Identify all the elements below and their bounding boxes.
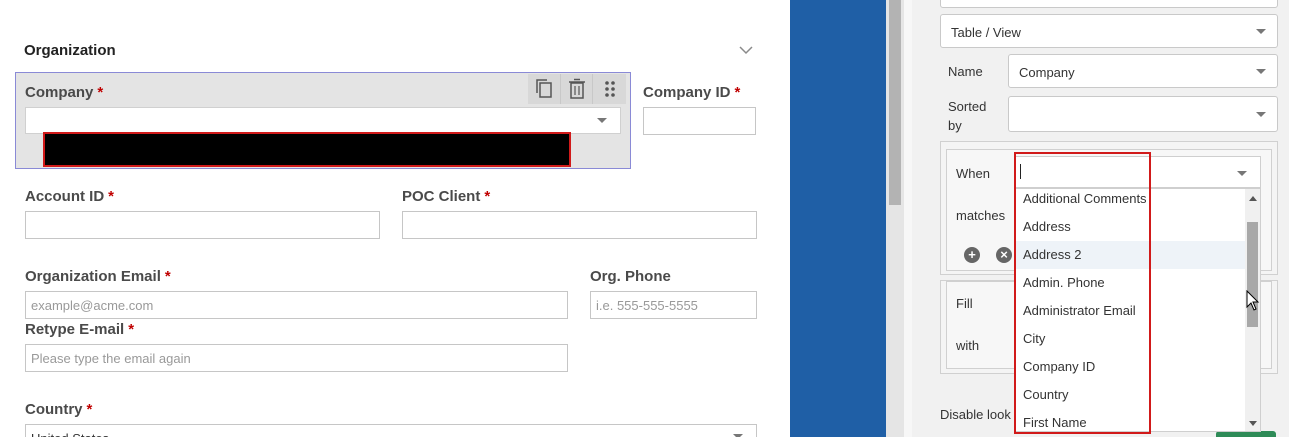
poc-client-label-text: POC Client bbox=[402, 188, 481, 205]
sorted-by-select[interactable] bbox=[1008, 96, 1278, 132]
mouse-cursor-icon bbox=[1246, 290, 1260, 311]
name-value: Company bbox=[1019, 65, 1075, 80]
dropdown-option[interactable]: Company ID bbox=[1016, 353, 1246, 381]
when-label: When bbox=[956, 166, 990, 181]
company-id-input[interactable] bbox=[643, 107, 756, 135]
previous-select[interactable] bbox=[940, 0, 1278, 8]
copy-button[interactable] bbox=[528, 74, 561, 104]
country-label-text: Country bbox=[25, 401, 83, 418]
dropdown-option[interactable]: Country bbox=[1016, 381, 1246, 409]
dropdown-option[interactable]: City bbox=[1016, 325, 1246, 353]
required-marker: * bbox=[734, 84, 741, 101]
account-id-label: Account ID * bbox=[25, 188, 114, 205]
chevron-down-icon bbox=[1256, 69, 1266, 74]
scroll-up-icon[interactable] bbox=[1248, 194, 1258, 202]
text-cursor bbox=[1020, 164, 1021, 179]
company-id-label: Company ID * bbox=[643, 84, 740, 101]
dropdown-option[interactable]: Administrator Email bbox=[1016, 297, 1246, 325]
name-label: Name bbox=[948, 64, 983, 79]
org-phone-label: Org. Phone bbox=[590, 268, 671, 285]
country-label: Country * bbox=[25, 401, 92, 418]
dropdown-list: Additional Comments Address Address 2 Ad… bbox=[1015, 188, 1261, 432]
dropdown-option[interactable]: Address bbox=[1016, 213, 1246, 241]
with-label: with bbox=[956, 338, 980, 353]
poc-client-input[interactable] bbox=[402, 211, 757, 239]
scroll-down-icon[interactable] bbox=[1248, 420, 1258, 428]
retype-email-label: Retype E-mail * bbox=[25, 321, 134, 338]
required-marker: * bbox=[86, 401, 93, 418]
account-id-input[interactable] bbox=[25, 211, 380, 239]
page-scrollbar-thumb[interactable] bbox=[889, 0, 901, 205]
table-view-select[interactable]: Table / View bbox=[940, 14, 1278, 48]
drag-handle-icon bbox=[604, 81, 615, 97]
section-title: Organization bbox=[24, 42, 116, 59]
required-marker: * bbox=[128, 321, 135, 338]
chevron-down-icon bbox=[597, 118, 607, 123]
country-select[interactable]: United States bbox=[25, 424, 757, 437]
redacted-block bbox=[43, 132, 571, 167]
field-toolbar bbox=[528, 74, 626, 104]
retype-email-input[interactable]: Please type the email again bbox=[25, 344, 568, 372]
chevron-down-icon bbox=[1237, 171, 1247, 176]
dropdown-option[interactable]: Admin. Phone bbox=[1016, 269, 1246, 297]
company-select[interactable] bbox=[25, 107, 621, 134]
retype-email-label-text: Retype E-mail bbox=[25, 321, 125, 338]
chevron-down-icon bbox=[1256, 112, 1266, 117]
trash-icon bbox=[568, 78, 585, 99]
company-label-text: Company bbox=[25, 84, 94, 101]
chevron-down-icon bbox=[1256, 29, 1266, 34]
dropdown-option[interactable]: First Name bbox=[1016, 409, 1246, 431]
org-email-input[interactable]: example@acme.com bbox=[25, 291, 568, 319]
remove-rule-icon[interactable]: × bbox=[996, 247, 1012, 263]
disable-lookup-label: Disable look bbox=[940, 407, 1011, 422]
copy-icon bbox=[536, 79, 552, 98]
required-marker: * bbox=[97, 84, 104, 101]
matches-label: matches bbox=[956, 208, 1006, 223]
required-marker: * bbox=[484, 188, 491, 205]
fill-label: Fill bbox=[956, 296, 973, 311]
panel-gap bbox=[904, 0, 912, 437]
company-label: Company * bbox=[25, 84, 103, 101]
when-field-select[interactable] bbox=[1015, 156, 1261, 188]
sorted-by-label-line2: by bbox=[948, 118, 962, 133]
required-marker: * bbox=[108, 188, 115, 205]
org-email-label-text: Organization Email bbox=[25, 268, 161, 285]
drag-handle[interactable] bbox=[593, 74, 626, 104]
account-id-label-text: Account ID bbox=[25, 188, 105, 205]
dropdown-option-highlighted[interactable]: Address 2 bbox=[1016, 241, 1246, 269]
sorted-by-label-line1: Sorted bbox=[948, 99, 987, 114]
chevron-down-icon[interactable] bbox=[737, 42, 755, 58]
add-rule-icon[interactable]: + bbox=[964, 247, 980, 263]
delete-button[interactable] bbox=[561, 74, 594, 104]
org-phone-input[interactable]: i.e. 555-555-5555 bbox=[590, 291, 757, 319]
poc-client-label: POC Client * bbox=[402, 188, 490, 205]
blue-panel bbox=[790, 0, 886, 437]
dropdown-option[interactable]: Additional Comments bbox=[1016, 189, 1246, 213]
sorted-by-label: Sorted by bbox=[948, 97, 986, 135]
company-id-label-text: Company ID bbox=[643, 84, 731, 101]
table-view-value: Table / View bbox=[951, 25, 1021, 40]
form-builder-screen: Organization Company * Company ID * Acco… bbox=[0, 0, 1289, 437]
required-marker: * bbox=[164, 268, 171, 285]
name-select[interactable]: Company bbox=[1008, 54, 1278, 88]
org-email-label: Organization Email * bbox=[25, 268, 171, 285]
